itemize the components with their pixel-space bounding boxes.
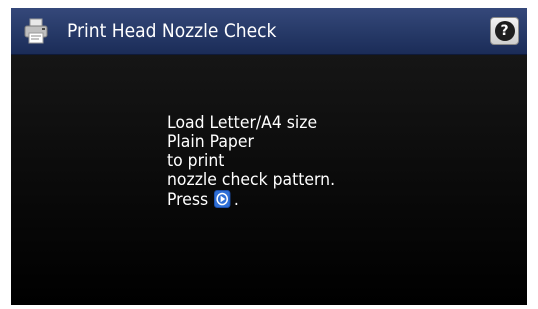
instruction-line-3: to print [167,151,225,171]
instruction-line-4: nozzle check pattern. [167,170,336,190]
start-button-icon [213,190,231,208]
title-bar: Print Head Nozzle Check ? [11,8,527,55]
printer-icon [24,18,48,44]
page-title: Print Head Nozzle Check [67,20,277,42]
instruction-line-2: Plain Paper [167,132,254,152]
press-suffix: . [233,190,239,210]
instruction-line-1: Load Letter/A4 size [167,113,318,133]
press-prefix: Press [167,190,209,210]
instruction-press-line: Press . [167,190,335,210]
help-icon: ? [494,21,515,41]
instruction-message: Load Letter/A4 size Plain Paper to print… [167,114,350,210]
lcd-screen: Print Head Nozzle Check ? Load Letter/A4… [11,8,527,305]
help-button[interactable]: ? [490,17,519,45]
